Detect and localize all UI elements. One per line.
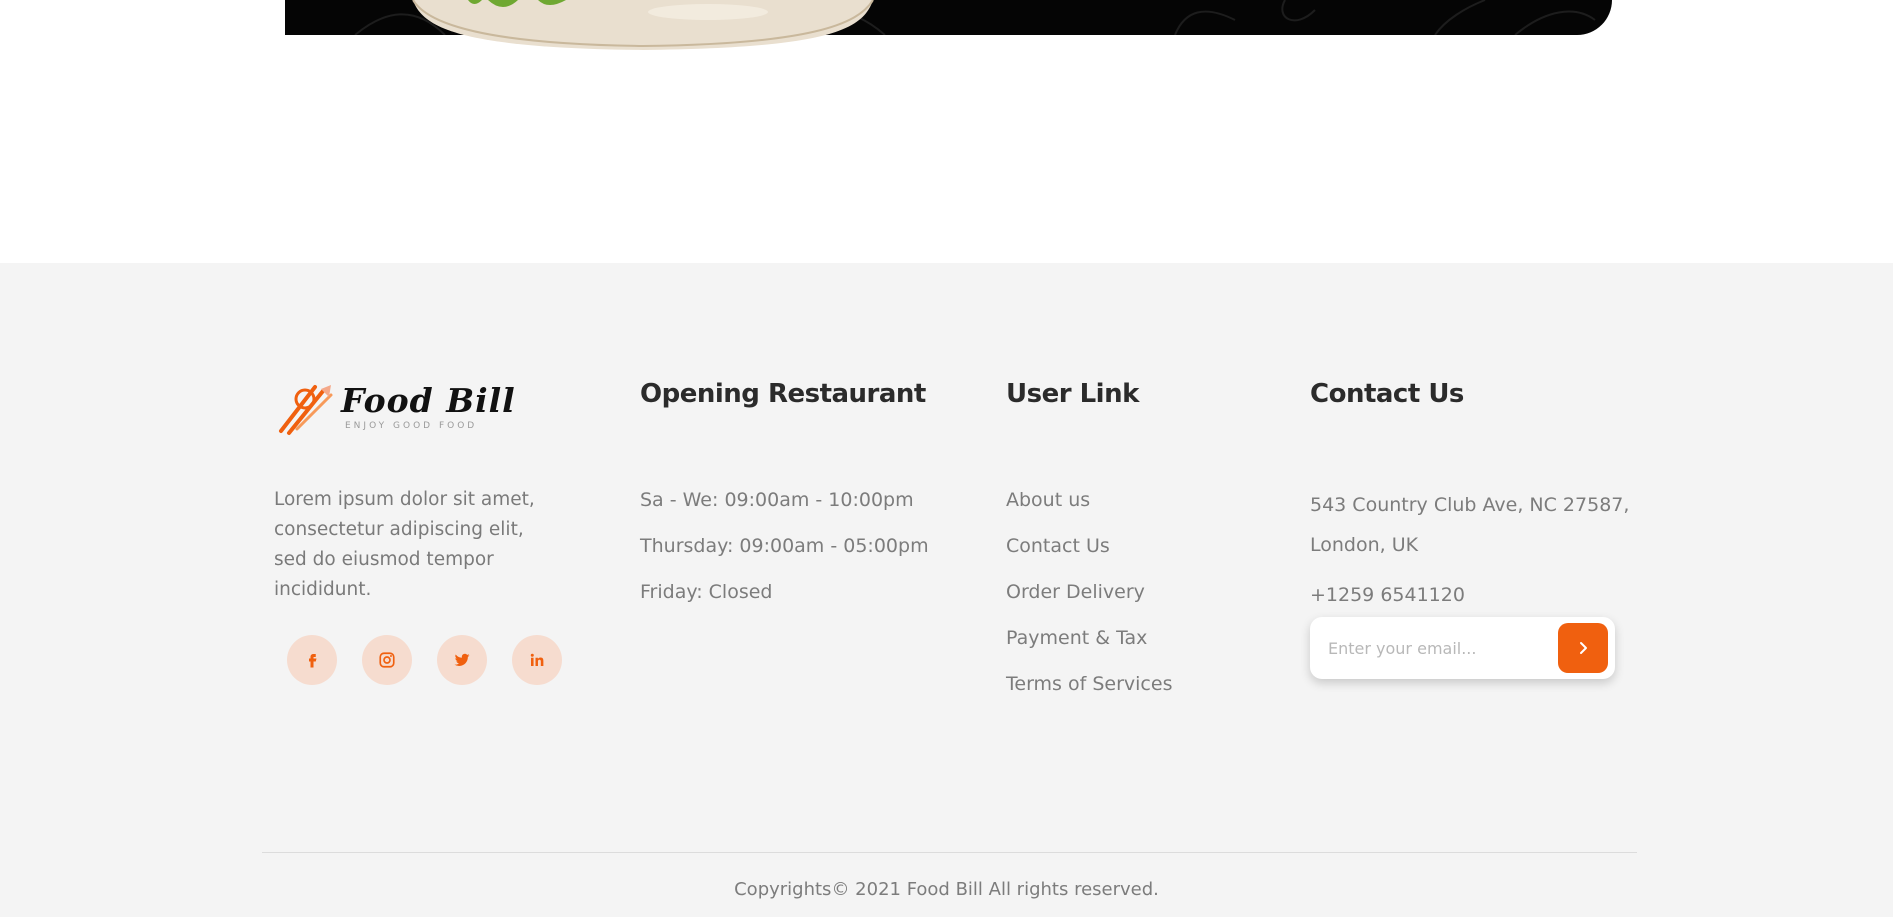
- copyright-text: Copyrights© 2021 Food Bill All rights re…: [734, 879, 1159, 900]
- subscribe-button[interactable]: [1558, 623, 1608, 673]
- email-input[interactable]: [1328, 631, 1548, 665]
- brand-logo[interactable]: Food Bill ENJOY GOOD FOOD: [275, 379, 515, 439]
- brand-name: Food Bill: [341, 381, 516, 420]
- contact-address: 543 Country Club Ave, NC 27587, London, …: [1310, 494, 1630, 556]
- burger-image: [412, 0, 874, 50]
- link-about-us[interactable]: About us: [1006, 485, 1172, 531]
- contact-title: Contact Us: [1310, 379, 1464, 409]
- newsletter-form: [1310, 617, 1615, 679]
- page-top-section: [0, 0, 1893, 263]
- instagram-icon: [379, 652, 395, 668]
- opening-hours-item: Sa - We: 09:00am - 10:00pm: [640, 489, 914, 511]
- link-contact-us[interactable]: Contact Us: [1006, 531, 1172, 577]
- linkedin-icon: [530, 653, 544, 666]
- twitter-icon: [454, 653, 470, 666]
- user-links-list: About us Contact Us Order Delivery Payme…: [1006, 485, 1172, 715]
- chevron-right-icon: [1580, 642, 1587, 654]
- link-payment-tax[interactable]: Payment & Tax: [1006, 623, 1172, 669]
- instagram-button[interactable]: [362, 635, 412, 685]
- contact-phone: +1259 6541120: [1310, 584, 1465, 606]
- brand-description: Lorem ipsum dolor sit amet, consectetur …: [274, 489, 535, 600]
- social-links: [287, 635, 562, 685]
- opening-hours-item: Thursday: 09:00am - 05:00pm: [640, 535, 929, 557]
- facebook-button[interactable]: [287, 635, 337, 685]
- opening-hours-list: Sa - We: 09:00am - 10:00pm Thursday: 09:…: [640, 485, 929, 623]
- opening-title: Opening Restaurant: [640, 379, 926, 409]
- utensils-logo-icon: [279, 385, 333, 435]
- footer-divider: [262, 852, 1637, 853]
- twitter-button[interactable]: [437, 635, 487, 685]
- opening-hours-item: Friday: Closed: [640, 581, 773, 603]
- brand-tagline: ENJOY GOOD FOOD: [345, 421, 478, 431]
- link-terms-of-services[interactable]: Terms of Services: [1006, 669, 1172, 715]
- facebook-icon: [309, 654, 317, 668]
- footer: Food Bill ENJOY GOOD FOOD Lorem ipsum do…: [0, 263, 1893, 917]
- link-order-delivery[interactable]: Order Delivery: [1006, 577, 1172, 623]
- linkedin-button[interactable]: [512, 635, 562, 685]
- user-links-title: User Link: [1006, 379, 1139, 409]
